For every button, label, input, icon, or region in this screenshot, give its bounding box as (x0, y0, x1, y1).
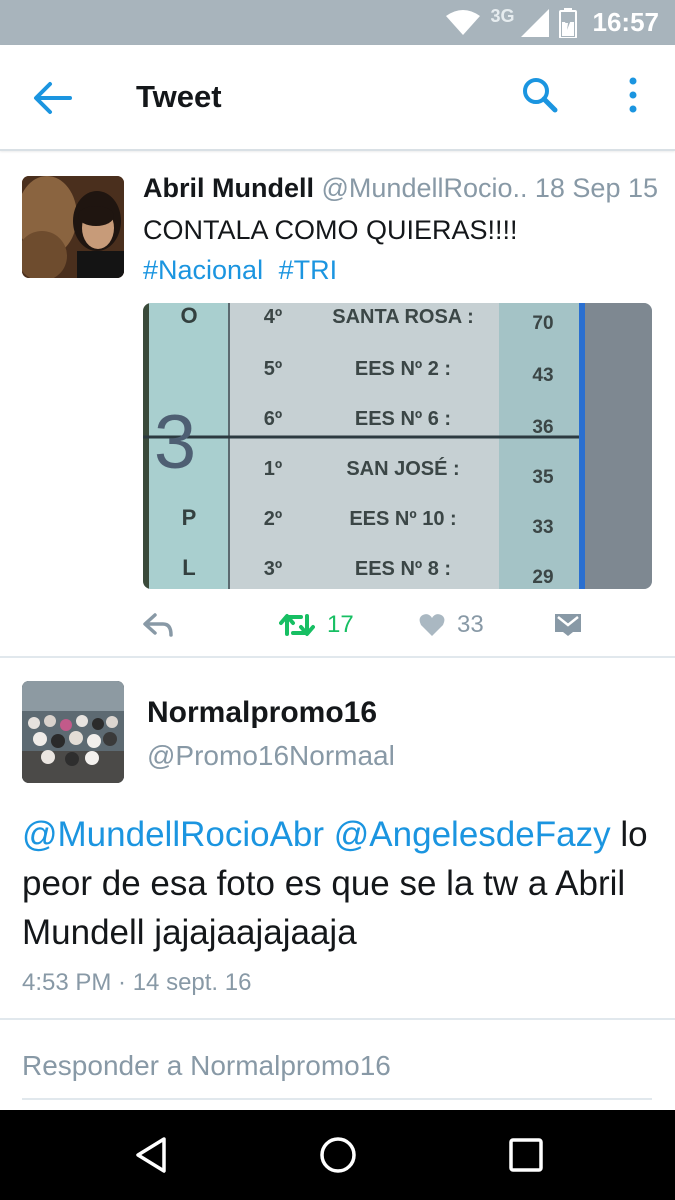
reply-button[interactable] (143, 605, 173, 645)
more-vert-icon[interactable] (620, 75, 646, 115)
battery-icon (558, 7, 577, 38)
media-pos: 5º (264, 358, 282, 380)
media-score: 35 (532, 467, 554, 488)
reply-icon (143, 613, 173, 637)
media-score: 43 (532, 365, 553, 386)
tweet-timestamp[interactable]: 4:53 PM · 14 sept. 16 (22, 969, 251, 997)
media-big-number: 3 (154, 400, 196, 485)
media-pos: 2º (264, 508, 282, 530)
media-team: EES Nº 6 : (355, 408, 451, 430)
retweet-count: 17 (327, 611, 354, 638)
hashtag-link[interactable]: #TRI (279, 255, 338, 285)
mention-link[interactable]: @MundellRocioAbr (22, 815, 324, 854)
media-pos: 3º (264, 558, 282, 580)
tweet-body: @MundellRocioAbr @AngelesdeFazy lo peor … (22, 810, 652, 957)
media-team: EES Nº 2 : (355, 358, 451, 380)
media-pos: 4º (264, 306, 282, 328)
network-type: 3G (490, 6, 515, 26)
envelope-icon (555, 614, 581, 636)
media-team: EES Nº 10 : (349, 508, 456, 530)
direct-message-button[interactable] (555, 605, 581, 645)
tweet-header: Abril Mundell @MundellRocio... 18 Sep 15 (143, 173, 658, 204)
avatar[interactable] (22, 176, 124, 278)
media-score: 29 (532, 567, 553, 588)
media-score: 36 (532, 417, 553, 438)
signal-icon (520, 8, 549, 37)
main-tweet[interactable]: Normalpromo16 @Promo16Normaal @MundellRo… (0, 660, 675, 1020)
tweet-actions: 17 33 (143, 605, 603, 645)
media-score: 70 (532, 313, 553, 334)
like-button[interactable]: 33 (419, 605, 484, 645)
quoted-tweet[interactable]: Abril Mundell @MundellRocio... 18 Sep 15… (0, 153, 675, 658)
author-name[interactable]: Normalpromo16 (147, 696, 377, 730)
tweet-media-photo[interactable]: O 3 P L 4º SANTA ROSA : 70 5º EES Nº 2 :… (143, 303, 652, 589)
media-pos: 1º (264, 458, 282, 480)
wifi-icon (446, 9, 481, 35)
media-team: SANTA ROSA : (332, 306, 473, 328)
author-handle[interactable]: @MundellRocio... (322, 173, 536, 203)
app-bar: Tweet (0, 45, 675, 151)
nav-back-icon[interactable] (132, 1135, 172, 1175)
clock: 16:57 (592, 7, 660, 37)
reply-input[interactable] (22, 1042, 652, 1090)
mention-link[interactable]: @AngelesdeFazy (334, 815, 611, 854)
hashtag-link[interactable]: #Nacional (143, 255, 263, 285)
media-col-label: O (180, 303, 197, 328)
author-handle[interactable]: @Promo16Normaal (147, 740, 395, 772)
media-pos: 6º (264, 408, 282, 430)
reply-box (22, 1042, 652, 1100)
system-nav-bar (0, 1110, 675, 1200)
heart-icon (419, 614, 445, 636)
nav-home-icon[interactable] (318, 1135, 358, 1175)
like-count: 33 (457, 611, 484, 638)
retweet-icon (279, 614, 315, 636)
back-arrow-icon[interactable] (30, 78, 74, 118)
status-icons: 3G 16:57 (446, 0, 659, 45)
media-team: SAN JOSÉ : (346, 457, 459, 480)
media-score: 33 (532, 517, 553, 538)
status-bar: 3G 16:57 (0, 0, 675, 45)
search-icon[interactable] (520, 75, 560, 115)
retweet-button[interactable]: 17 (279, 605, 354, 645)
author-name[interactable]: Abril Mundell (143, 173, 314, 203)
media-team: EES Nº 8 : (355, 558, 451, 580)
media-col-label: P (182, 505, 197, 530)
nav-recents-icon[interactable] (506, 1135, 546, 1175)
media-col-label: L (182, 555, 195, 580)
page-title: Tweet (136, 79, 222, 114)
tweet-text: CONTALA COMO QUIERAS!!!! (143, 215, 518, 245)
tweet-date: 18 Sep 15 (528, 173, 658, 204)
hashtags: #Nacional #TRI (143, 255, 337, 286)
avatar[interactable] (22, 681, 124, 783)
